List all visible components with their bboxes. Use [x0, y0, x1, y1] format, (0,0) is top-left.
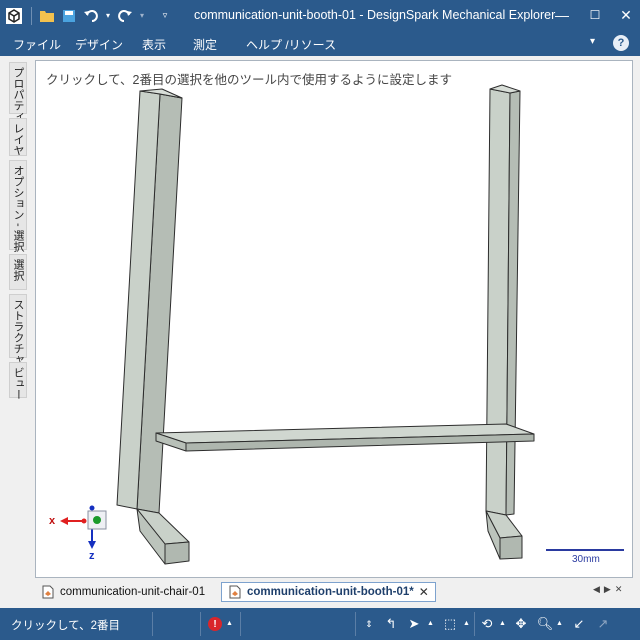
scale-bar [546, 549, 624, 551]
tab-scroll-icons[interactable]: ◀▶✕ [593, 584, 626, 595]
tab-chair-document[interactable]: communication-unit-chair-01 [35, 582, 211, 602]
undo-dropdown-icon[interactable]: ▾ [104, 7, 112, 25]
menu-measure[interactable]: 測定 [193, 36, 217, 53]
axis-triad[interactable]: x z [49, 505, 107, 563]
pan-icon[interactable]: ✥ [512, 615, 530, 633]
redo-icon[interactable] [116, 7, 134, 25]
menu-file[interactable]: ファイル [13, 36, 61, 53]
title-bar: ▾ ▾ ▿ communication-unit-booth-01 - Desi… [0, 0, 640, 31]
scale-label: 30mm [572, 554, 600, 565]
maximize-button[interactable]: ☐ [586, 6, 604, 24]
zoom-icon[interactable]: 🔍︎ [536, 615, 554, 633]
status-bar: クリックして、2番目の選択を他のツール内で使用するように設定します ! ▲ ⇕ … [0, 608, 640, 640]
z-axis-label: z [89, 550, 95, 562]
booth-model [116, 84, 535, 565]
error-icon[interactable]: ! [206, 615, 224, 633]
open-folder-icon[interactable] [38, 7, 56, 25]
tab-properties[interactable]: プロパティ [9, 62, 27, 122]
forward-view-icon[interactable]: ↗ [594, 615, 612, 633]
customize-icon[interactable]: ▿ [156, 7, 174, 25]
document-tabs: communication-unit-chair-01 communicatio… [35, 580, 633, 604]
tab-view[interactable]: ビュー [9, 362, 27, 400]
tab-options-selection[interactable]: オプション - 選択 [9, 160, 27, 252]
minimize-button[interactable]: — [553, 6, 571, 24]
box-select-icon[interactable]: ⬚ [441, 615, 459, 633]
menu-help[interactable]: ヘルプ /リソース [246, 36, 336, 53]
select-rotate-icon[interactable]: ↰ [382, 615, 400, 633]
3d-viewport[interactable]: クリックして、2番目の選択を他のツール内で使用するように設定します x z 30… [35, 60, 633, 578]
right-foot-end [499, 535, 523, 560]
menu-bar: ファイル デザイン 表示 測定 ヘルプ /リソース [0, 31, 640, 56]
menu-design[interactable]: デザイン [75, 36, 123, 53]
left-foot-end [164, 541, 190, 565]
model-render[interactable]: x z [36, 61, 633, 578]
tab-booth-document[interactable]: communication-unit-booth-01* ✕ [221, 582, 436, 602]
tab-label: communication-unit-chair-01 [60, 586, 206, 598]
x-axis-label: x [49, 515, 56, 527]
back-view-icon[interactable]: ↙ [570, 615, 588, 633]
tab-close-icon[interactable]: ✕ [419, 585, 429, 599]
tab-selection[interactable]: 選択 [9, 254, 27, 290]
close-button[interactable]: ✕ [617, 6, 635, 24]
ribbon-collapse-icon[interactable]: ▾ [590, 36, 595, 47]
select-pointer-icon[interactable]: ➤ [405, 615, 423, 633]
redo-dropdown-icon[interactable]: ▾ [138, 7, 146, 25]
spin-arrows-icon[interactable]: ⇕ [360, 615, 378, 633]
status-text: クリックして、2番目の選択を他のツール内で使用するように設定します [11, 620, 121, 632]
orbit-icon[interactable]: ⟲ [478, 615, 496, 633]
undo-icon[interactable] [82, 7, 100, 25]
save-icon[interactable] [60, 7, 78, 25]
document-icon [229, 585, 241, 599]
help-icon[interactable]: ? [613, 35, 629, 51]
tab-layers[interactable]: レイヤ [9, 118, 27, 156]
app-logo-icon[interactable] [3, 5, 25, 27]
tab-label: communication-unit-booth-01* [247, 586, 414, 598]
side-panel-tabs: プロパティ レイヤ オプション - 選択 選択 ストラクチャー ビュー [5, 60, 29, 600]
tab-structure[interactable]: ストラクチャー [9, 294, 27, 376]
menu-display[interactable]: 表示 [142, 36, 166, 53]
window-title: communication-unit-booth-01 - DesignSpar… [194, 8, 556, 22]
document-icon [42, 585, 54, 599]
